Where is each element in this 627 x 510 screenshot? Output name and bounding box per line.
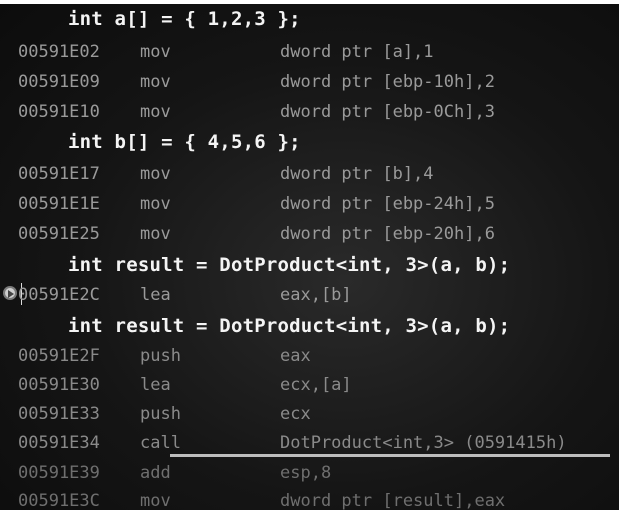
- instruction-opcode: mov: [140, 164, 171, 184]
- instruction-address: 00591E30: [18, 375, 100, 395]
- asm-line[interactable]: 00591E10 mov dword ptr [ebp-0Ch],3: [0, 97, 627, 127]
- asm-line[interactable]: 00591E2F push eax: [0, 341, 627, 371]
- asm-line[interactable]: 00591E1E mov dword ptr [ebp-24h],5: [0, 189, 627, 219]
- asm-line[interactable]: 00591E39 add esp,8: [0, 458, 627, 488]
- instruction-address: 00591E3C: [18, 491, 100, 510]
- instruction-operands: dword ptr [result],eax: [280, 491, 506, 510]
- instruction-operands: dword ptr [ebp-20h],6: [280, 224, 495, 244]
- instruction-opcode: mov: [140, 224, 171, 244]
- source-line: int b[] = { 4,5,6 };: [68, 131, 301, 153]
- instruction-operands: eax: [280, 346, 311, 366]
- instruction-operands: ecx,[a]: [280, 375, 352, 395]
- source-line: int a[] = { 1,2,3 };: [68, 8, 301, 30]
- instruction-address: 00591E02: [18, 42, 100, 62]
- instruction-operands: dword ptr [ebp-24h],5: [280, 194, 495, 214]
- instruction-address: 00591E33: [18, 404, 100, 424]
- instruction-operands: dword ptr [ebp-10h],2: [280, 72, 495, 92]
- instruction-address: 00591E09: [18, 72, 100, 92]
- instruction-opcode: lea: [140, 375, 171, 395]
- source-line: int result = DotProduct<int, 3>(a, b);: [68, 315, 511, 337]
- photo-border-top: [0, 0, 627, 4]
- instruction-operands: esp,8: [280, 463, 332, 483]
- instruction-operands: ecx: [280, 404, 311, 424]
- instruction-address: 00591E34: [18, 433, 100, 453]
- asm-line[interactable]: 00591E3C mov dword ptr [result],eax: [0, 486, 627, 510]
- asm-line-current[interactable]: 00591E2C lea eax,[b]: [0, 280, 627, 310]
- instruction-opcode: mov: [140, 42, 171, 62]
- disassembly-window: int a[] = { 1,2,3 }; 00591E02 mov dword …: [0, 0, 627, 510]
- instruction-operands: eax,[b]: [280, 285, 352, 305]
- instruction-address: 00591E2F: [18, 346, 100, 366]
- instruction-opcode: mov: [140, 102, 171, 122]
- instruction-opcode: mov: [140, 72, 171, 92]
- asm-line[interactable]: 00591E30 lea ecx,[a]: [0, 370, 627, 400]
- instruction-operands: dword ptr [a],1: [280, 42, 434, 62]
- instruction-address: 00591E17: [18, 164, 100, 184]
- instruction-address: 00591E10: [18, 102, 100, 122]
- instruction-opcode: mov: [140, 194, 171, 214]
- instruction-operands: dword ptr [ebp-0Ch],3: [280, 102, 495, 122]
- instruction-operands: dword ptr [b],4: [280, 164, 434, 184]
- photo-border-right: [619, 0, 627, 510]
- instruction-opcode: push: [140, 346, 181, 366]
- instruction-opcode: lea: [140, 285, 171, 305]
- asm-line[interactable]: 00591E17 mov dword ptr [b],4: [0, 159, 627, 189]
- source-line: int result = DotProduct<int, 3>(a, b);: [68, 254, 511, 276]
- instruction-address: 00591E25: [18, 224, 100, 244]
- instruction-opcode: push: [140, 404, 181, 424]
- asm-line[interactable]: 00591E33 push ecx: [0, 399, 627, 429]
- instruction-address: 00591E39: [18, 463, 100, 483]
- horizontal-scrollbar[interactable]: [170, 454, 610, 457]
- instruction-opcode: add: [140, 463, 171, 483]
- instruction-address: 00591E1E: [18, 194, 100, 214]
- instruction-address: 00591E2C: [18, 285, 100, 305]
- asm-line[interactable]: 00591E25 mov dword ptr [ebp-20h],6: [0, 219, 627, 249]
- asm-line[interactable]: 00591E02 mov dword ptr [a],1: [0, 37, 627, 67]
- asm-line[interactable]: 00591E09 mov dword ptr [ebp-10h],2: [0, 67, 627, 97]
- instruction-opcode: mov: [140, 491, 171, 510]
